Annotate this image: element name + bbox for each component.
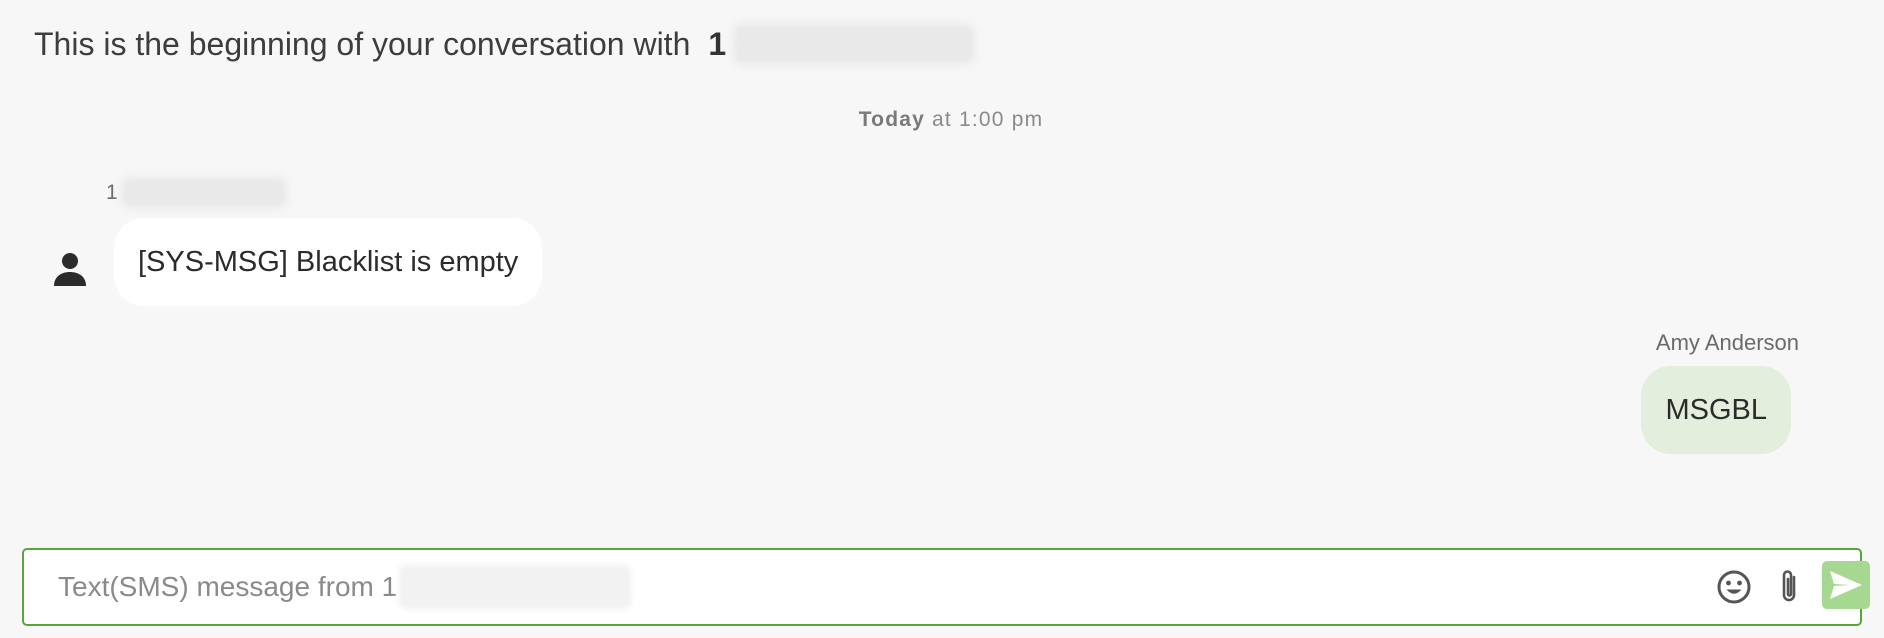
message-composer: Text(SMS) message from 1 <box>22 548 1870 626</box>
timestamp-time: at 1:00 pm <box>932 108 1044 131</box>
incoming-message-bubble: [SYS-MSG] Blacklist is empty <box>114 218 543 306</box>
message-input[interactable]: Text(SMS) message from 1 <box>58 550 630 624</box>
contact-number-prefix: 1 <box>708 25 727 62</box>
emoji-button[interactable] <box>1714 567 1754 607</box>
timestamp-day: Today <box>858 108 925 131</box>
incoming-message-text: [SYS-MSG] Blacklist is empty <box>138 245 519 278</box>
outgoing-message-bubble: MSGBL <box>1641 366 1791 454</box>
incoming-sender-name: 1 <box>106 180 284 206</box>
redacted-sender-line <box>401 567 630 607</box>
sender-number-prefix: 1 <box>106 181 118 204</box>
paperclip-icon <box>1782 570 1796 602</box>
conversation-header: This is the beginning of your conversati… <box>34 22 973 66</box>
emoji-icon <box>1717 570 1751 604</box>
outgoing-agent-name: Amy Anderson <box>1655 330 1799 355</box>
conversation-intro: This is the beginning of your conversati… <box>34 25 691 62</box>
person-icon <box>48 248 92 292</box>
send-icon <box>1830 571 1862 599</box>
redacted-contact-number <box>736 26 973 62</box>
attach-button[interactable] <box>1769 567 1809 607</box>
outgoing-message-text: MSGBL <box>1665 393 1767 426</box>
message-input-placeholder: Text(SMS) message from 1 <box>58 571 398 602</box>
message-timestamp: Today at 1:00 pm <box>0 108 1884 132</box>
send-button[interactable] <box>1822 561 1870 609</box>
redacted-sender-number <box>123 180 284 206</box>
